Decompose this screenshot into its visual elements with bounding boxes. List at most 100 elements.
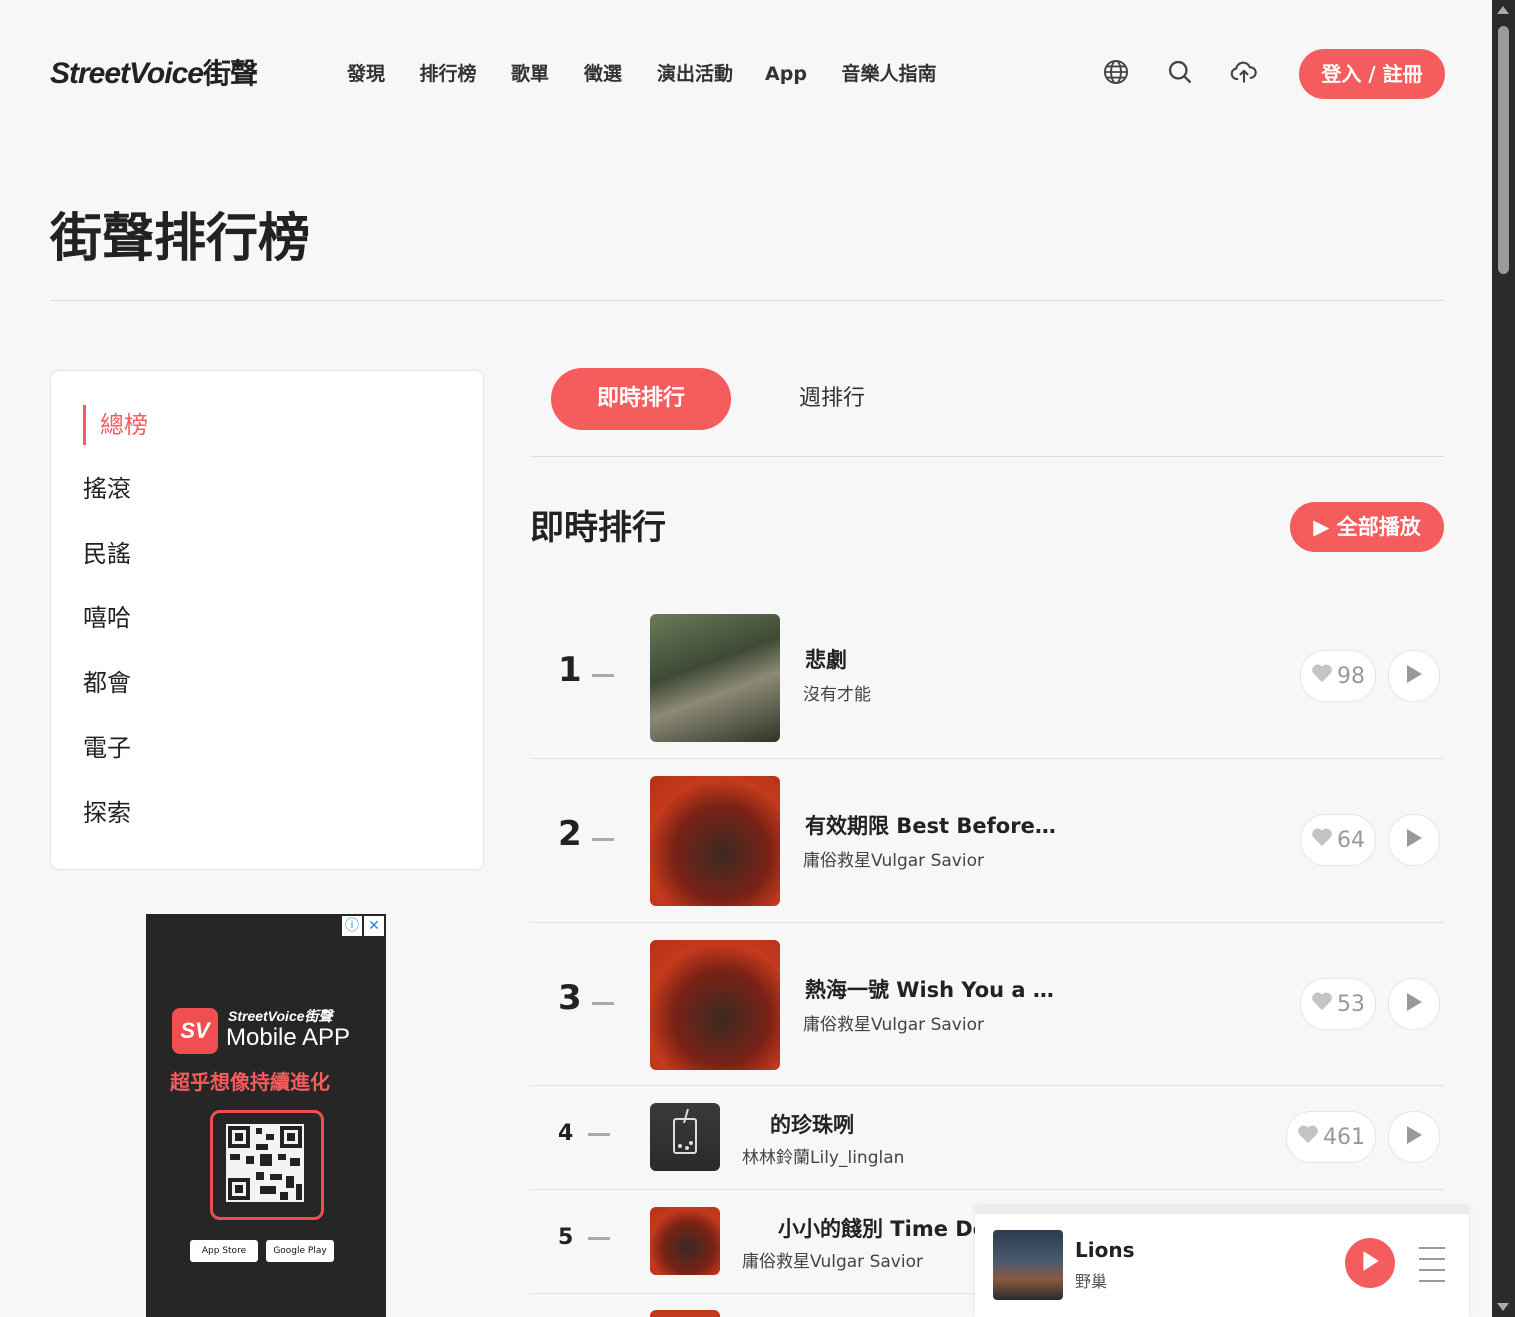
rank-number: 2 [558, 814, 582, 854]
rank-change-indicator [588, 1133, 610, 1136]
site-header: StreetVoice街聲 發現 排行榜 歌單 徵選 演出活動 App 音樂人指… [0, 0, 1492, 130]
player-cover[interactable] [993, 1230, 1063, 1300]
sidebar-item-hiphop[interactable]: 嘻哈 [83, 598, 451, 638]
heart-icon [1311, 663, 1333, 689]
rank-change-indicator [588, 1237, 610, 1240]
song-cover[interactable] [650, 614, 780, 742]
tabs-divider [530, 456, 1444, 457]
player-song-title[interactable]: Lions [1075, 1238, 1134, 1262]
song-title[interactable]: 小小的餞別 Time Do [778, 1213, 978, 1243]
song-cover[interactable] [650, 940, 780, 1070]
like-count: 461 [1323, 1124, 1365, 1150]
rank-change-indicator [592, 674, 614, 677]
scroll-thumb[interactable] [1498, 26, 1509, 274]
song-title[interactable]: 熱海一號 Wish You a … [805, 974, 1225, 1004]
sidebar-item-overall[interactable]: 總榜 [83, 405, 451, 445]
like-button[interactable]: 53 [1300, 978, 1376, 1030]
song-cover[interactable] [650, 1207, 720, 1275]
nav-app[interactable]: App [751, 46, 821, 102]
like-button[interactable]: 461 [1286, 1111, 1376, 1163]
login-register-button[interactable]: 登入 / 註冊 [1299, 49, 1445, 99]
upload-button[interactable] [1215, 46, 1273, 102]
play-icon [1360, 1250, 1380, 1276]
search-icon [1166, 58, 1194, 90]
player-artist-name[interactable]: 野巢 [1075, 1268, 1107, 1292]
play-button[interactable] [1388, 978, 1440, 1030]
nav-auditions[interactable]: 徵選 [567, 46, 639, 102]
play-all-label: 全部播放 [1336, 515, 1421, 539]
nav-discover[interactable]: 發現 [330, 46, 402, 102]
google-play-badge[interactable]: Google Play [266, 1240, 334, 1262]
sidebar-item-folk[interactable]: 民謠 [83, 534, 451, 574]
play-icon [1405, 1125, 1423, 1149]
ad-brand: StreetVoice街聲 [228, 1008, 333, 1024]
ad-app-logo: SV [172, 1008, 218, 1054]
playlist-menu-icon[interactable] [1419, 1242, 1445, 1286]
rank-change-indicator [592, 1002, 614, 1005]
ad-close-icon[interactable]: ✕ [364, 916, 384, 936]
rank-number: 4 [558, 1121, 574, 1146]
song-cover[interactable] [650, 1310, 720, 1317]
scroll-up-icon[interactable] [1497, 6, 1509, 14]
logo-cjk-text: 街聲 [202, 57, 258, 90]
artist-name[interactable]: 庸俗救星Vulgar Savior [803, 846, 997, 871]
qr-code-icon [226, 1124, 304, 1202]
artist-name[interactable]: 沒有才能 [803, 680, 1003, 705]
sidebar-item-rock[interactable]: 搖滾 [83, 469, 451, 509]
streetvoice-logo[interactable]: StreetVoice街聲 [50, 56, 298, 92]
tab-realtime[interactable]: 即時排行 [551, 368, 731, 430]
menu-line [1419, 1279, 1445, 1282]
rank-change-indicator [592, 838, 614, 841]
chart-row: 2 有效期限 Best Before… 庸俗救星Vulgar Savior 64 [530, 758, 1444, 923]
heart-icon [1297, 1124, 1319, 1150]
nav-events[interactable]: 演出活動 [640, 46, 750, 102]
chart-row: 1 悲劇 沒有才能 98 [530, 594, 1444, 759]
song-cover[interactable] [650, 776, 780, 906]
play-icon [1405, 664, 1423, 688]
globe-icon [1102, 58, 1130, 90]
like-count: 53 [1337, 991, 1365, 1017]
mini-player: Lions 野巢 [975, 1206, 1469, 1317]
sidebar-item-explore[interactable]: 探索 [83, 793, 451, 833]
play-button[interactable] [1388, 1111, 1440, 1163]
player-play-button[interactable] [1345, 1238, 1395, 1288]
ad-slogan: 超乎想像持續進化 [170, 1070, 330, 1094]
page-scrollbar[interactable] [1492, 0, 1515, 1317]
player-progress-bar[interactable] [975, 1206, 1469, 1214]
song-title[interactable]: 悲劇 [805, 644, 1185, 674]
song-title[interactable]: 有效期限 Best Before… [805, 810, 1105, 840]
play-all-button[interactable]: ▶ 全部播放 [1290, 502, 1444, 552]
rank-number: 3 [558, 978, 582, 1018]
sidebar-item-electronic[interactable]: 電子 [83, 728, 451, 768]
artist-name[interactable]: 林林鈴蘭Lily_linglan [742, 1143, 914, 1168]
language-button[interactable] [1087, 46, 1145, 102]
menu-line [1419, 1268, 1445, 1271]
chart-row: 3 熱海一號 Wish You a … 庸俗救星Vulgar Savior 53 [530, 922, 1444, 1086]
play-button[interactable] [1388, 814, 1440, 866]
play-button[interactable] [1388, 650, 1440, 702]
artist-name[interactable]: 庸俗救星Vulgar Savior [742, 1247, 932, 1272]
nav-charts[interactable]: 排行榜 [403, 46, 493, 102]
scroll-down-icon[interactable] [1497, 1303, 1509, 1311]
song-title[interactable]: 的珍珠咧 [770, 1109, 890, 1139]
like-button[interactable]: 64 [1300, 814, 1376, 866]
search-button[interactable] [1151, 46, 1209, 102]
chart-row: 4 的珍珠咧 林林鈴蘭Lily_linglan 461 [530, 1085, 1444, 1190]
menu-line [1419, 1257, 1445, 1260]
app-advertisement[interactable]: ⓘ ✕ SV StreetVoice街聲 Mobile APP 超乎想像持續進化… [146, 914, 386, 1317]
sidebar-item-urban[interactable]: 都會 [83, 663, 451, 703]
rank-number: 5 [558, 1225, 574, 1250]
nav-playlists[interactable]: 歌單 [494, 46, 566, 102]
like-count: 64 [1337, 827, 1365, 853]
upload-cloud-icon [1230, 58, 1258, 90]
heart-icon [1311, 991, 1333, 1017]
app-store-badge[interactable]: App Store [190, 1240, 258, 1262]
artist-name[interactable]: 庸俗救星Vulgar Savior [803, 1010, 997, 1035]
ad-info-icon[interactable]: ⓘ [342, 916, 362, 936]
nav-musician-guide[interactable]: 音樂人指南 [822, 46, 956, 102]
genre-sidebar: 總榜 搖滾 民謠 嘻哈 都會 電子 探索 [50, 370, 484, 870]
like-button[interactable]: 98 [1300, 650, 1376, 702]
ad-controls: ⓘ ✕ [342, 916, 384, 936]
tab-weekly[interactable]: 週排行 [752, 368, 912, 430]
song-cover[interactable] [650, 1103, 720, 1171]
